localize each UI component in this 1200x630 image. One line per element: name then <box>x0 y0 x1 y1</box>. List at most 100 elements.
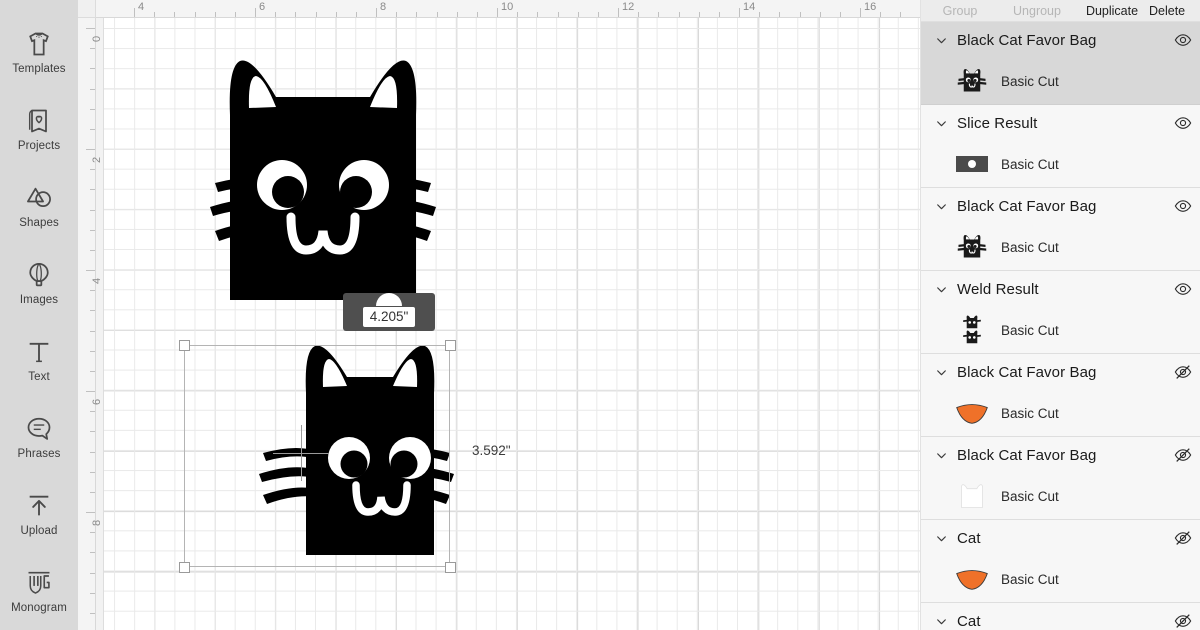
sidebar-item-upload[interactable]: Upload <box>0 476 78 553</box>
eye-off-icon[interactable] <box>1166 446 1200 464</box>
layer-header[interactable]: Black Cat Favor Bag <box>921 354 1200 390</box>
black-cat-face-thumb[interactable] <box>955 66 989 96</box>
eye-icon[interactable] <box>1166 280 1200 298</box>
layer-header[interactable]: Black Cat Favor Bag <box>921 22 1200 58</box>
eye-off-icon[interactable] <box>1166 363 1200 381</box>
layer-header[interactable]: Black Cat Favor Bag <box>921 437 1200 473</box>
ungroup-button[interactable]: Ungroup <box>999 4 1075 18</box>
delete-button[interactable]: Delete <box>1149 4 1200 18</box>
sidebar-label-text: Text <box>28 371 50 383</box>
layers-toolbar: Group Ungroup Duplicate Delete <box>921 0 1200 22</box>
layer-header[interactable]: Cat <box>921 603 1200 630</box>
layer-title: Cat <box>957 612 981 630</box>
layer-list: Black Cat Favor Bag Basic Cut Slice Resul… <box>921 22 1200 630</box>
dimension-label-width: 3.592" <box>472 443 511 458</box>
ruler-h-label: 12 <box>622 1 635 13</box>
selection-handle-bottom-left[interactable] <box>179 562 190 573</box>
ruler-h-label: 8 <box>380 1 387 13</box>
selection-handle-bottom-right[interactable] <box>445 562 456 573</box>
sidebar-label-upload: Upload <box>20 525 58 537</box>
layer-sublabel: Basic Cut <box>1001 405 1059 421</box>
ruler-h-label: 10 <box>501 1 514 13</box>
orange-ear-thumb[interactable] <box>955 564 989 594</box>
chevron-down-icon[interactable] <box>935 449 957 462</box>
group-button[interactable]: Group <box>921 4 999 18</box>
cat-artwork-top[interactable] <box>178 55 468 320</box>
mat-left-edge <box>96 18 104 630</box>
sidebar-item-shapes[interactable]: Shapes <box>0 168 78 245</box>
layer-sublayer[interactable]: Basic Cut <box>921 58 1200 104</box>
chevron-down-icon[interactable] <box>935 34 957 47</box>
projects-card-icon <box>25 107 53 135</box>
chevron-down-icon[interactable] <box>935 532 957 545</box>
layer-title: Black Cat Favor Bag <box>957 363 1097 381</box>
layer-sublayer[interactable]: Basic Cut <box>921 390 1200 436</box>
eye-off-icon[interactable] <box>1166 529 1200 547</box>
layer-row[interactable]: Black Cat Favor Bag Basic Cut <box>921 188 1200 271</box>
dimension-tooltip-notch <box>376 293 402 306</box>
layer-row[interactable]: Cat Basic Cut <box>921 520 1200 603</box>
text-t-icon <box>25 338 53 366</box>
sidebar-label-images: Images <box>19 294 59 306</box>
weld-two-cats-thumb[interactable] <box>955 315 989 345</box>
sidebar-item-images[interactable]: Images <box>0 245 78 322</box>
upload-arrow-icon <box>25 492 53 520</box>
layer-header[interactable]: Black Cat Favor Bag <box>921 188 1200 224</box>
layer-header[interactable]: Weld Result <box>921 271 1200 307</box>
layer-header[interactable]: Slice Result <box>921 105 1200 141</box>
slice-rect-dot-thumb[interactable] <box>955 149 989 179</box>
sidebar-item-templates[interactable]: Templates <box>0 14 78 91</box>
layer-row[interactable]: Black Cat Favor Bag Basic Cut <box>921 22 1200 105</box>
left-sidebar: Templates Projects Shapes Images Text Ph… <box>0 0 78 630</box>
layer-sublabel: Basic Cut <box>1001 156 1059 172</box>
layer-sublayer[interactable]: Basic Cut <box>921 556 1200 602</box>
monogram-mg-icon <box>25 569 53 597</box>
chevron-down-icon[interactable] <box>935 200 957 213</box>
layer-row[interactable]: Black Cat Favor Bag Basic Cut <box>921 437 1200 520</box>
eye-icon[interactable] <box>1166 197 1200 215</box>
layer-title: Black Cat Favor Bag <box>957 31 1097 49</box>
ruler-v-label: 4 <box>91 277 103 284</box>
white-bag-thumb[interactable] <box>955 481 989 511</box>
layer-sublabel: Basic Cut <box>1001 239 1059 255</box>
layer-sublayer[interactable]: Basic Cut <box>921 141 1200 187</box>
layer-row[interactable]: Black Cat Favor Bag Basic Cut <box>921 354 1200 437</box>
sidebar-label-templates: Templates <box>12 63 66 75</box>
eye-off-icon[interactable] <box>1166 612 1200 630</box>
ruler-v-label: 8 <box>91 519 103 526</box>
chevron-down-icon[interactable] <box>935 366 957 379</box>
orange-ear-thumb[interactable] <box>955 398 989 428</box>
sidebar-label-phrases: Phrases <box>17 448 61 460</box>
sidebar-item-phrases[interactable]: Phrases <box>0 399 78 476</box>
sidebar-item-projects[interactable]: Projects <box>0 91 78 168</box>
sidebar-item-monogram[interactable]: Monogram <box>0 553 78 630</box>
sidebar-item-text[interactable]: Text <box>0 322 78 399</box>
chevron-down-icon[interactable] <box>935 283 957 296</box>
layer-sublayer[interactable]: Basic Cut <box>921 307 1200 353</box>
sidebar-label-shapes: Shapes <box>19 217 59 229</box>
layer-row[interactable]: Weld Result Basic Cut <box>921 271 1200 354</box>
black-cat-face-thumb[interactable] <box>955 232 989 262</box>
layer-sublayer[interactable]: Basic Cut <box>921 224 1200 270</box>
chevron-down-icon[interactable] <box>935 117 957 130</box>
layer-sublayer[interactable]: Basic Cut <box>921 473 1200 519</box>
layer-row[interactable]: Slice Result Basic Cut <box>921 105 1200 188</box>
design-canvas[interactable]: 4 6 8 10 12 14 16 02468 4.205" 3.592" <box>78 0 920 630</box>
selection-handle-top-left[interactable] <box>179 340 190 351</box>
layer-header[interactable]: Cat <box>921 520 1200 556</box>
layer-title: Slice Result <box>957 114 1038 132</box>
duplicate-button[interactable]: Duplicate <box>1075 4 1149 18</box>
hot-air-balloon-icon <box>25 261 53 289</box>
selection-handle-top-right[interactable] <box>445 340 456 351</box>
ruler-corner <box>78 0 96 18</box>
layer-title: Black Cat Favor Bag <box>957 446 1097 464</box>
layer-sublabel: Basic Cut <box>1001 322 1059 338</box>
layer-sublabel: Basic Cut <box>1001 571 1059 587</box>
horizontal-ruler: 4 6 8 10 12 14 16 <box>78 0 920 18</box>
layer-row[interactable]: Cat <box>921 603 1200 630</box>
chevron-down-icon[interactable] <box>935 615 957 628</box>
eye-icon[interactable] <box>1166 114 1200 132</box>
ruler-h-label: 14 <box>743 1 756 13</box>
eye-icon[interactable] <box>1166 31 1200 49</box>
speech-bubble-icon <box>25 415 53 443</box>
